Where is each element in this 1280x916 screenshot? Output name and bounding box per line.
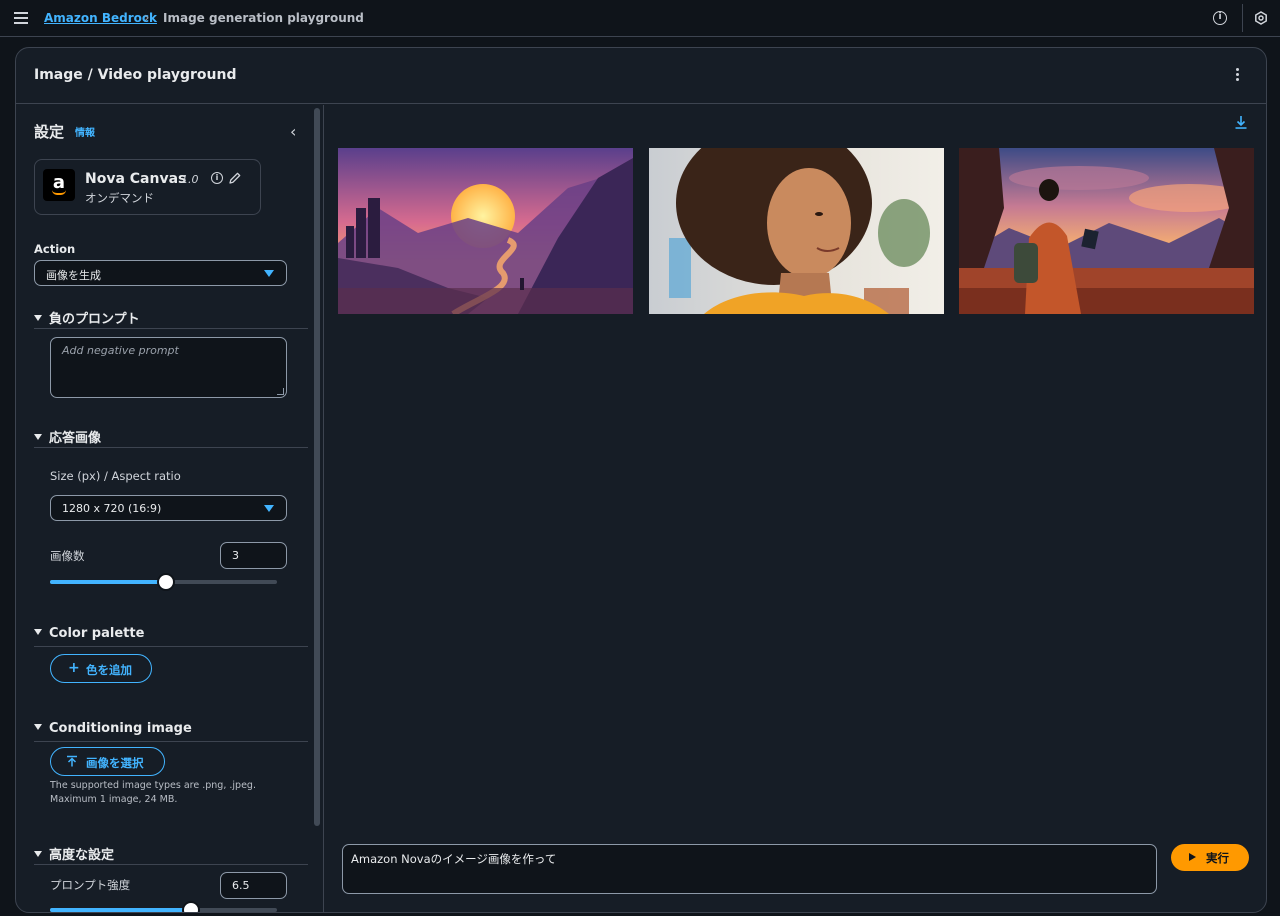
breadcrumb-amazon-bedrock[interactable]: Amazon Bedrock [44,11,157,25]
action-select[interactable]: 画像を生成 [34,260,287,286]
breadcrumb-current: Image generation playground [163,11,364,25]
color-palette-section-toggle[interactable]: Color palette [34,626,144,641]
model-mode: オンデマンド [85,191,154,205]
chevron-right-icon: › [144,10,150,26]
divider [34,328,308,329]
image-count-slider[interactable] [50,573,277,591]
action-label: Action [34,242,76,256]
hamburger-menu-icon[interactable] [14,12,28,24]
settings-panel: 設定 情報 ‹ a Nova Canvas 1.0 i オンデマンド Actio… [16,105,312,912]
model-version: 1.0 [181,173,199,186]
add-color-label: 色を追加 [86,663,132,677]
download-icon[interactable] [1233,114,1249,130]
image-count-label: 画像数 [50,549,85,563]
divider [34,646,308,647]
caret-down-icon [34,724,42,730]
run-button[interactable]: 実行 [1171,844,1249,871]
playground-container: Image / Video playground 設定 情報 ‹ a Nova … [15,47,1267,913]
divider [34,741,308,742]
image-count-input[interactable]: 3 [220,542,287,569]
divider [34,447,308,448]
response-image-heading: 応答画像 [49,431,102,446]
pencil-icon[interactable] [228,171,242,185]
scrollbar-thumb[interactable] [314,108,320,826]
caret-down-icon [34,851,42,857]
response-image-section-toggle[interactable]: 応答画像 [34,427,101,446]
prompt-input-value: Amazon Novaのイメージ画像を作って [351,852,557,866]
resize-handle-icon[interactable] [277,388,284,395]
chevron-left-icon[interactable]: ‹ [290,122,296,141]
generation-area: Amazon Novaのイメージ画像を作って 実行 [325,105,1266,912]
generated-image-portrait[interactable] [649,148,944,314]
top-navigation: Amazon Bedrock › Image generation playgr… [0,0,1280,37]
plus-icon: + [68,660,80,676]
play-icon [1189,853,1196,861]
caret-down-icon [264,505,274,512]
image-size-hint: Maximum 1 image, 24 MB. [50,794,178,805]
amazon-logo: a [43,169,75,201]
prompt-strength-label: プロンプト強度 [50,878,131,892]
select-image-button[interactable]: 画像を選択 [50,747,165,776]
prompt-strength-input[interactable]: 6.5 [220,872,287,899]
negative-prompt-input[interactable]: Add negative prompt [50,337,287,398]
container-header: Image / Video playground [16,48,1266,104]
info-icon[interactable]: i [211,172,223,184]
caret-down-icon [34,629,42,635]
model-card[interactable]: a Nova Canvas 1.0 i オンデマンド [34,159,261,215]
negative-prompt-heading: 負のプロンプト [49,312,140,327]
slider-fill [50,580,166,584]
generated-image-mountain-traveler[interactable] [959,148,1254,314]
negative-prompt-placeholder: Add negative prompt [62,344,179,357]
run-button-label: 実行 [1206,851,1229,865]
color-palette-heading: Color palette [49,626,145,641]
size-select[interactable]: 1280 x 720 (16:9) [50,495,287,521]
negative-prompt-section-toggle[interactable]: 負のプロンプト [34,308,140,327]
size-label: Size (px) / Aspect ratio [50,469,181,483]
caret-down-icon [34,434,42,440]
more-options-icon[interactable] [1234,68,1240,84]
slider-handle[interactable] [182,901,200,912]
generated-image-sunset-valley[interactable] [338,148,633,314]
settings-scrollbar[interactable] [312,105,324,912]
model-name: Nova Canvas [85,171,187,187]
advanced-settings-section-toggle[interactable]: 高度な設定 [34,844,114,863]
size-select-value: 1280 x 720 (16:9) [62,502,162,515]
advanced-settings-heading: 高度な設定 [49,848,115,863]
divider [34,864,308,865]
slider-handle[interactable] [157,573,175,591]
prompt-strength-slider[interactable] [50,901,277,912]
add-color-button[interactable]: + 色を追加 [50,654,152,683]
settings-info-link[interactable]: 情報 [75,124,95,139]
prompt-input[interactable]: Amazon Novaのイメージ画像を作って [342,844,1157,894]
caret-down-icon [264,270,274,277]
action-select-value: 画像を生成 [46,269,101,282]
image-count-value: 3 [232,549,239,562]
caret-down-icon [34,315,42,321]
info-icon[interactable]: i [1213,11,1227,25]
divider [1242,4,1243,32]
page-title: Image / Video playground [34,67,237,83]
slider-fill [50,908,191,912]
conditioning-image-section-toggle[interactable]: Conditioning image [34,721,192,736]
conditioning-image-heading: Conditioning image [49,721,192,736]
settings-icon[interactable] [1254,11,1268,25]
image-type-hint: The supported image types are .png, .jpe… [50,780,256,791]
select-image-label: 画像を選択 [86,756,144,770]
upload-icon [67,755,77,767]
settings-title: 設定 [34,123,65,141]
prompt-strength-value: 6.5 [232,879,250,892]
